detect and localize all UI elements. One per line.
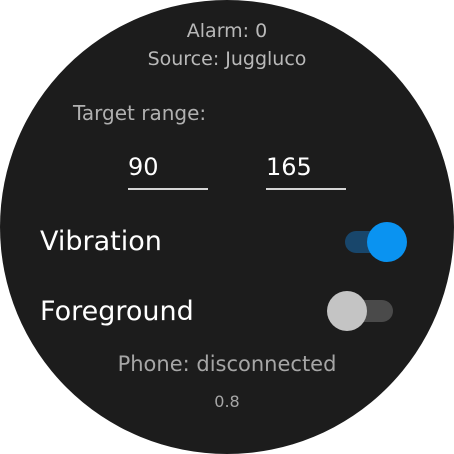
watch-screen: Alarm: 0 Source: Juggluco Target range: … <box>0 0 454 454</box>
foreground-toggle-thumb <box>327 291 367 331</box>
foreground-label: Foreground <box>40 296 194 327</box>
vibration-label: Vibration <box>40 226 162 257</box>
target-range-label: Target range: <box>73 101 207 125</box>
target-low-input[interactable]: 90 <box>128 150 208 190</box>
version-label: 0.8 <box>214 392 240 411</box>
phone-connection-status: Phone: disconnected <box>117 352 337 376</box>
vibration-toggle-thumb <box>367 222 407 262</box>
source-status: Source: Juggluco <box>147 48 307 70</box>
target-high-input[interactable]: 165 <box>266 150 346 190</box>
alarm-status: Alarm: 0 <box>186 20 268 42</box>
foreground-toggle[interactable] <box>327 291 393 331</box>
vibration-toggle[interactable] <box>341 222 407 262</box>
